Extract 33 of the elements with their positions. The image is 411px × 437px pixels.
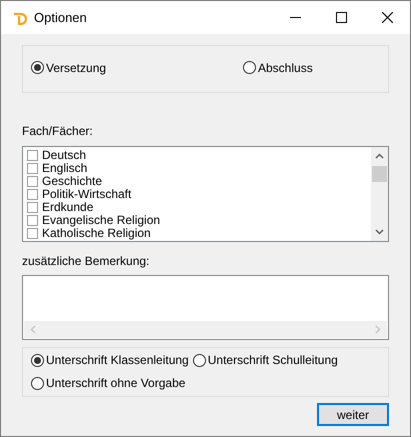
checkbox[interactable] xyxy=(27,202,38,213)
scrollbar-thumb[interactable] xyxy=(372,166,387,182)
checkbox[interactable] xyxy=(27,163,38,174)
close-icon xyxy=(382,12,392,23)
radio-option[interactable]: Unterschrift Klassenleitung xyxy=(31,350,189,370)
remark-field[interactable] xyxy=(22,275,389,340)
window-title: Optionen xyxy=(34,8,87,27)
subject-item[interactable]: Politik-Wirtschaft xyxy=(27,188,371,201)
radio-option[interactable]: Unterschrift ohne Vorgabe xyxy=(31,373,388,393)
minimize-icon xyxy=(290,17,300,18)
subjects-label: Fach/Fächer: xyxy=(22,124,94,138)
subject-item[interactable]: Erdkunde xyxy=(27,201,371,214)
subject-item[interactable]: Deutsch xyxy=(27,149,371,162)
checkbox[interactable] xyxy=(27,176,38,187)
checkbox[interactable] xyxy=(27,150,38,161)
radio-option[interactable]: Abschluss xyxy=(243,58,313,76)
checkbox[interactable] xyxy=(27,215,38,226)
scroll-right-icon[interactable] xyxy=(375,325,381,334)
app-logo-icon xyxy=(13,10,27,24)
weiter-button[interactable]: weiter xyxy=(317,403,389,426)
radio-option[interactable]: Unterschrift Schulleitung xyxy=(192,350,338,370)
scroll-left-icon[interactable] xyxy=(30,325,36,334)
subject-item[interactable]: Englisch xyxy=(27,162,371,175)
subject-item[interactable]: Geschichte xyxy=(27,175,371,188)
scroll-down-icon[interactable] xyxy=(375,229,384,235)
maximize-icon xyxy=(336,12,346,23)
checkbox[interactable] xyxy=(27,228,38,239)
scroll-up-icon[interactable] xyxy=(375,153,384,159)
remark-label: zusätzliche Bemerkung: xyxy=(22,254,150,268)
radio-option[interactable]: Versetzung xyxy=(31,58,243,76)
subject-item[interactable]: Evangelische Religion xyxy=(27,214,371,227)
checkbox[interactable] xyxy=(27,189,38,200)
subject-item[interactable]: Katholische Religion xyxy=(27,227,371,240)
